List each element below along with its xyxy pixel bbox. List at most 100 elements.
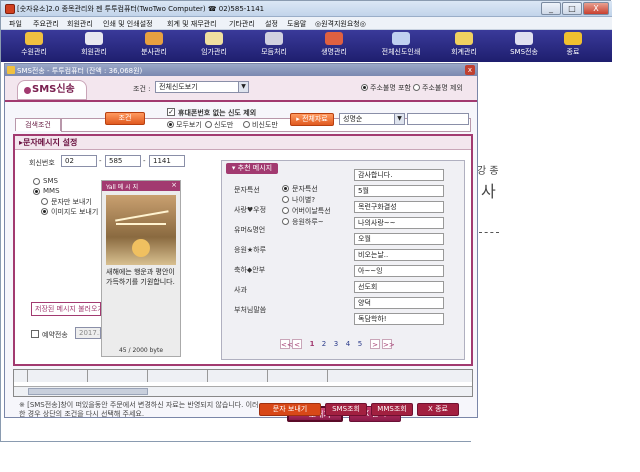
all-data-button[interactable]: ▸ 전체자료	[290, 113, 334, 126]
category-label[interactable]: 문자특선	[234, 185, 260, 195]
toolbar-button[interactable]: 회계관리	[441, 32, 487, 60]
tab-search-conditions[interactable]: 검색조건	[15, 118, 61, 131]
list-column-header[interactable]	[328, 370, 472, 382]
page-number[interactable]: 1	[308, 339, 316, 349]
dialog-close-button[interactable]: x	[465, 65, 475, 75]
document-icon	[205, 32, 223, 45]
exit-button[interactable]: X 종료	[417, 403, 459, 416]
toolbar-button[interactable]: 수원관리	[11, 32, 57, 60]
preset-message[interactable]: 목련구화결성	[354, 201, 444, 213]
return-number-part1[interactable]: 02	[61, 155, 97, 167]
non-believer-radio[interactable]	[243, 121, 250, 128]
list-column-header[interactable]	[88, 370, 148, 382]
sms-radio[interactable]	[33, 178, 40, 185]
page-number[interactable]: 4	[344, 339, 352, 349]
toolbar-button[interactable]: 생명관리	[311, 32, 357, 60]
view-all-radio[interactable]	[167, 121, 174, 128]
send-text-button[interactable]: 문자 보내기	[259, 403, 321, 416]
search-input[interactable]	[407, 113, 469, 125]
toolbar-button[interactable]: 종료	[555, 32, 591, 60]
page-prev-button[interactable]: <	[292, 339, 302, 349]
close-icon[interactable]: ×	[171, 181, 177, 189]
page-next-button[interactable]: >	[370, 339, 380, 349]
category-radio[interactable]	[282, 185, 289, 192]
return-number-label: 회신번호	[29, 159, 55, 167]
sun-decoration	[132, 239, 150, 257]
list-column-header[interactable]	[268, 370, 328, 382]
close-button[interactable]: X	[583, 2, 609, 15]
tab-sms-send[interactable]: SMS신송	[17, 80, 87, 100]
horizontal-scrollbar[interactable]	[14, 386, 472, 396]
condition-select[interactable]: 전체신도보기 ▼	[155, 81, 249, 93]
preset-message[interactable]: 아~~잉	[354, 265, 444, 277]
address-exclude-radio[interactable]	[413, 84, 420, 91]
category-label[interactable]: 축하◆안부	[234, 265, 265, 275]
mms-radio[interactable]	[33, 188, 40, 195]
mms-label: MMS	[43, 187, 60, 195]
return-number-part3[interactable]: 1141	[149, 155, 185, 167]
believer-radio[interactable]	[205, 121, 212, 128]
toolbar-button[interactable]: SMS전송	[501, 32, 547, 60]
toolbar-button[interactable]: 전체신도인쇄	[371, 32, 431, 60]
toolbar-button[interactable]: 분사관리	[131, 32, 177, 60]
minimize-button[interactable]: _	[541, 2, 561, 15]
return-number-part2[interactable]: 585	[105, 155, 141, 167]
page-number[interactable]: 5	[356, 339, 364, 349]
sms-query-button[interactable]: SMS조회	[325, 403, 367, 416]
menu-file[interactable]: 파일	[9, 19, 22, 29]
exclude-no-phone-checkbox[interactable]: ✓	[167, 108, 175, 116]
text-only-radio[interactable]	[41, 198, 48, 205]
toolbar-button[interactable]: 모듬처리	[251, 32, 297, 60]
page-last-button[interactable]: >>	[382, 339, 395, 349]
toolbar-button[interactable]: 임가관리	[191, 32, 237, 60]
category-radio[interactable]	[282, 207, 289, 214]
dash: -	[99, 157, 102, 165]
menu-main[interactable]: 주요관리	[33, 19, 59, 29]
condition-button[interactable]: 조건	[105, 112, 145, 125]
category-label[interactable]: 사랑♥우정	[234, 205, 266, 215]
list-column-header[interactable]	[28, 370, 88, 382]
scrollbar-thumb[interactable]	[28, 388, 148, 395]
maximize-button[interactable]: □	[562, 2, 582, 15]
message-text-area[interactable]: 새해에는 행운과 평안이 가득하기를 기원합니다.	[106, 267, 176, 343]
preset-message[interactable]: 나의사랑~~	[354, 217, 444, 229]
preset-message[interactable]: 오월	[354, 233, 444, 245]
reserve-date-input[interactable]: 2017.12	[75, 327, 101, 339]
category-label[interactable]: 유머&명언	[234, 225, 265, 235]
load-saved-button[interactable]: 저장된 메시지 불러오기	[31, 302, 101, 316]
menu-others[interactable]: 기타관리	[229, 19, 255, 29]
preset-message[interactable]: 5월	[354, 185, 444, 197]
dialog-title: SMS전송 - 투투컴퓨터 (잔액 : 36,068원)	[17, 67, 143, 75]
category-label[interactable]: 응원★하루	[234, 245, 266, 255]
page-number[interactable]: 2	[320, 339, 328, 349]
menu-settings[interactable]: 설정	[265, 19, 278, 29]
list-column-header[interactable]	[148, 370, 208, 382]
category-radio[interactable]	[282, 196, 289, 203]
preset-message[interactable]: 선도회	[354, 281, 444, 293]
toolbar-button[interactable]: 회원관리	[71, 32, 117, 60]
menu-accounting[interactable]: 회계 및 재무관리	[167, 19, 217, 29]
menu-remote-support[interactable]: ◎원격지원요청◎	[315, 19, 366, 29]
menu-help[interactable]: 도움말	[287, 19, 306, 29]
reserve-send-checkbox[interactable]	[31, 330, 39, 338]
preset-message[interactable]: 감사합니다.	[354, 169, 444, 181]
preset-message[interactable]: 독담학하!	[354, 313, 444, 325]
recipient-list[interactable]	[13, 369, 473, 397]
page-first-button[interactable]: <<	[280, 339, 293, 349]
list-column-header[interactable]	[208, 370, 268, 382]
category-radio-label: 응원하루~	[292, 218, 324, 226]
preset-message[interactable]: 비오는날..	[354, 249, 444, 261]
menu-members[interactable]: 회원관리	[67, 19, 93, 29]
list-column-header[interactable]	[14, 370, 28, 382]
category-label[interactable]: 사과	[234, 285, 247, 295]
category-label[interactable]: 부처님말씀	[234, 305, 266, 315]
preset-message[interactable]: 양덕	[354, 297, 444, 309]
sort-select[interactable]: 성명순 ▼	[339, 113, 405, 125]
category-radio[interactable]	[282, 218, 289, 225]
menu-bar: 파일 주요관리 회원관리 인쇄 및 인쇄설정 회계 및 재무관리 기타관리 설정…	[1, 17, 612, 30]
mms-query-button[interactable]: MMS조회	[371, 403, 413, 416]
menu-print[interactable]: 인쇄 및 인쇄설정	[103, 19, 153, 29]
image-too-radio[interactable]	[41, 208, 48, 215]
address-include-radio[interactable]	[361, 84, 368, 91]
page-number[interactable]: 3	[332, 339, 340, 349]
